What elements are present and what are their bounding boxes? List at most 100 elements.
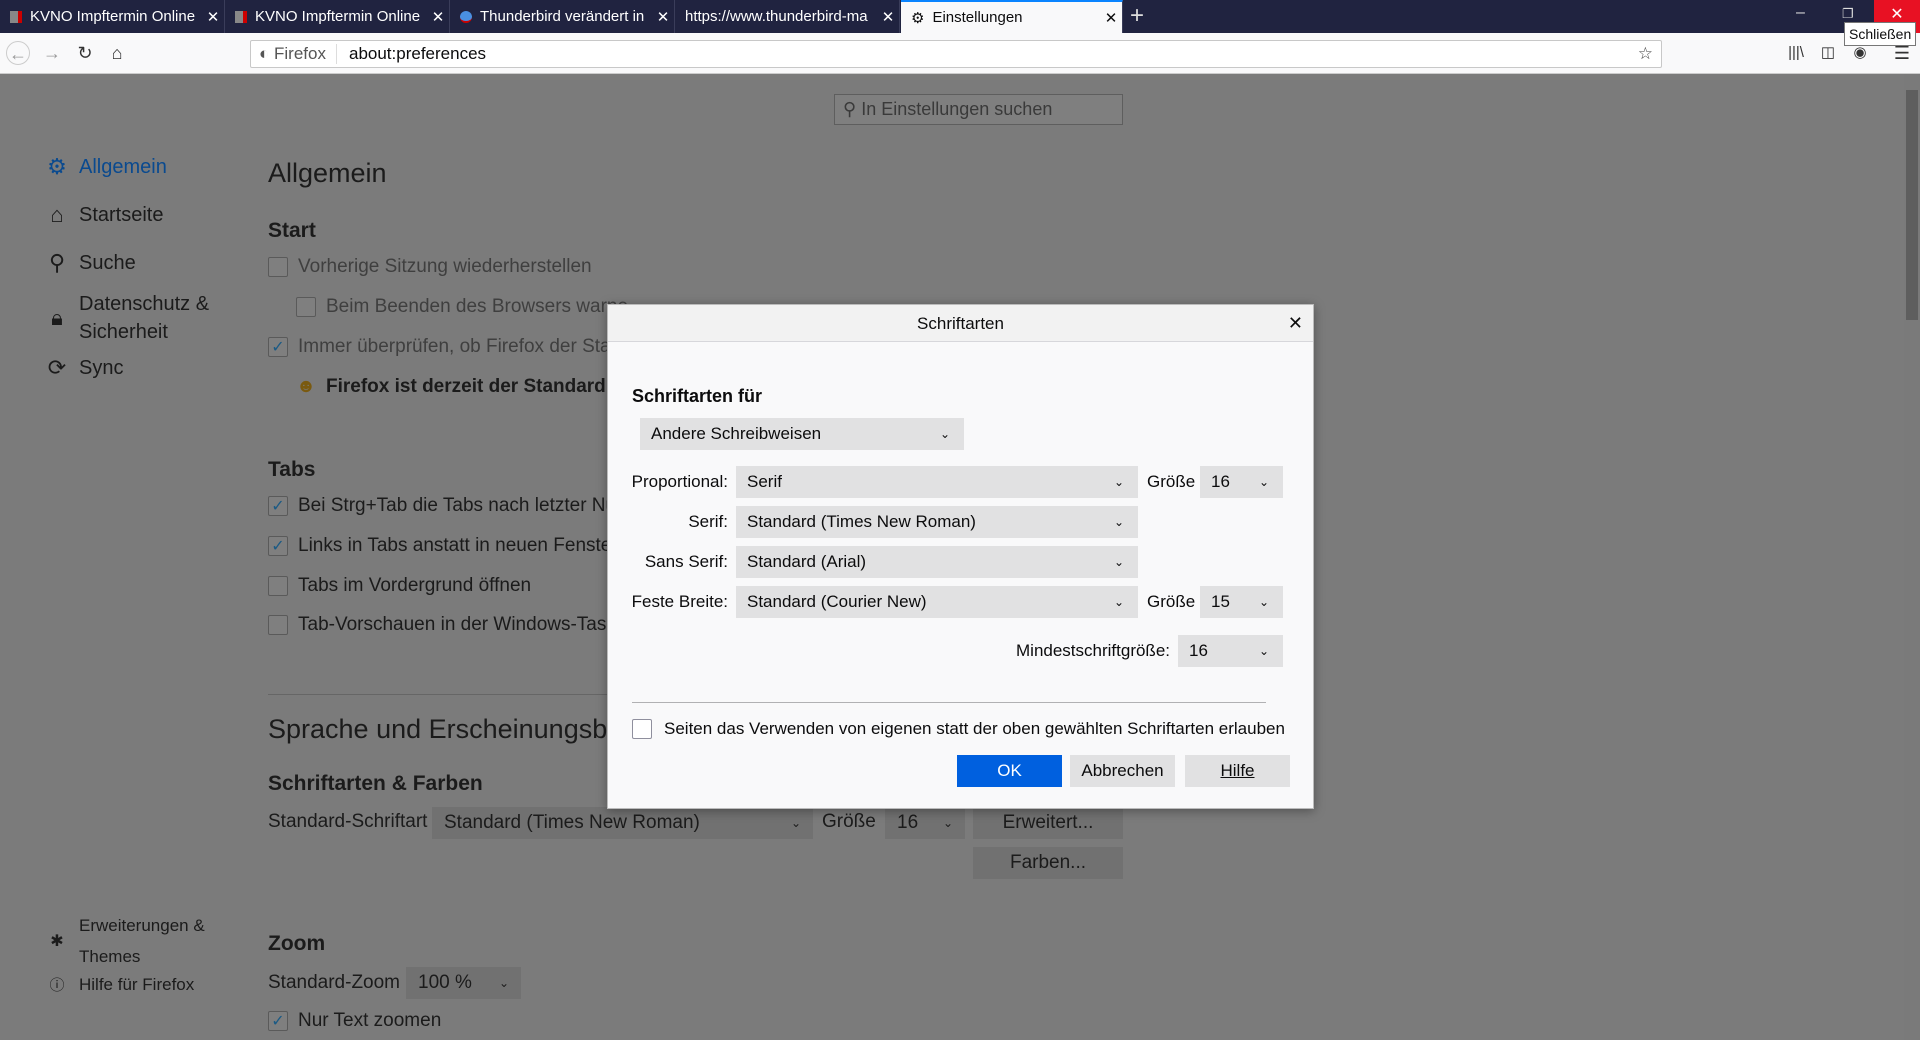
chevron-down-icon: ⌄ — [498, 976, 509, 990]
size-label: Größe — [1147, 592, 1196, 611]
close-tab-icon[interactable]: ✕ — [1100, 9, 1122, 27]
library-icon[interactable]: |||\ — [1784, 41, 1808, 65]
select-value: Standard (Arial) — [747, 552, 867, 571]
tab[interactable]: https://www.thunderbird-ma ✕ — [675, 0, 900, 33]
checkbox[interactable] — [268, 615, 288, 635]
tab-label: https://www.thunderbird-ma — [685, 8, 868, 25]
tab[interactable]: KVNO Impftermin Online ✕ — [225, 0, 450, 33]
monospace-size-select[interactable]: 15 ⌄ — [1200, 586, 1283, 618]
tab-label: Thunderbird verändert in — [480, 8, 645, 25]
chevron-down-icon: ⌄ — [1258, 475, 1269, 489]
checkbox-links-in-tabs[interactable]: ✓ Links in Tabs anstatt in neuen Fenstern — [268, 535, 628, 557]
select-value: 16 — [1211, 472, 1230, 491]
section-heading: Start — [268, 219, 316, 242]
section-heading: Zoom — [268, 932, 326, 955]
tab[interactable]: Thunderbird verändert in ✕ — [450, 0, 675, 33]
chevron-down-icon: ⌄ — [1113, 515, 1124, 529]
ok-button[interactable]: OK — [957, 755, 1062, 787]
tab-bar: KVNO Impftermin Online ✕ KVNO Impftermin … — [0, 0, 1920, 33]
checkbox[interactable] — [296, 297, 316, 317]
sidebar-icon[interactable]: ◫ — [1816, 41, 1840, 65]
checkbox-restore-session[interactable]: Vorherige Sitzung wiederherstellen — [268, 256, 592, 278]
checkbox-tabs-foreground[interactable]: Tabs im Vordergrund öffnen — [268, 575, 531, 597]
sidebar-item-startseite[interactable]: ⌂ Startseite — [45, 202, 163, 228]
dialog-title: Schriftarten — [608, 305, 1313, 342]
serif-label: Serif: — [688, 512, 728, 531]
identity-box[interactable]: ◐ Firefox — [251, 44, 337, 64]
fonts-dialog: Schriftarten ✕ Schriftarten für Andere S… — [607, 304, 1314, 809]
back-button[interactable]: ← — [6, 41, 30, 65]
select-value: 100 % — [418, 972, 472, 993]
checkbox[interactable]: ✓ — [268, 496, 288, 516]
close-tab-icon[interactable]: ✕ — [652, 8, 674, 26]
allow-page-fonts-checkbox[interactable]: Seiten das Verwenden von eigenen statt d… — [632, 719, 1285, 739]
sidebar-item-allgemein[interactable]: ⚙ Allgemein — [45, 154, 167, 180]
search-icon: ⚲ — [843, 99, 857, 119]
checkbox-warn-on-quit[interactable]: Beim Beenden des Browsers warne — [296, 296, 628, 318]
proportional-select[interactable]: Serif ⌄ — [736, 466, 1138, 498]
checkbox[interactable] — [268, 576, 288, 596]
sidebar-item-erweiterungen[interactable]: ✱ Erweiterungen & Themes — [45, 910, 204, 972]
checkbox-default-browser-check[interactable]: ✓ Immer überprüfen, ob Firefox der Star — [268, 336, 617, 358]
url-text[interactable]: about:preferences — [337, 44, 1638, 64]
advanced-fonts-button[interactable]: Erweitert... — [973, 807, 1123, 839]
url-bar[interactable]: ◐ Firefox about:preferences ☆ — [250, 40, 1662, 68]
scrollbar-thumb[interactable] — [1906, 90, 1918, 320]
sidebar-label: Hilfe für Firefox — [79, 974, 195, 994]
sidebar-item-datenschutz[interactable]: 🔒︎ Datenschutz & Sicherheit — [45, 290, 209, 346]
select-value: 16 — [897, 812, 919, 833]
minimize-button[interactable]: – — [1796, 4, 1805, 22]
sidebar-label: Startseite — [79, 203, 164, 226]
select-value: Standard (Courier New) — [747, 592, 927, 611]
sans-serif-select[interactable]: Standard (Arial) ⌄ — [736, 546, 1138, 578]
close-tab-icon[interactable]: ✕ — [877, 8, 899, 26]
checkbox[interactable]: ✓ — [268, 337, 288, 357]
search-icon: ⚲ — [48, 250, 66, 275]
sidebar-item-suche[interactable]: ⚲ Suche — [45, 250, 136, 276]
sidebar-item-sync[interactable]: ⟳ Sync — [45, 355, 124, 381]
checkbox-label: Tabs im Vordergrund öffnen — [298, 575, 532, 596]
close-tab-icon[interactable]: ✕ — [427, 8, 449, 26]
restore-button[interactable]: ❐ — [1842, 6, 1854, 22]
chevron-down-icon: ⌄ — [1258, 595, 1269, 609]
tab-label: Einstellungen — [932, 9, 1023, 26]
checkbox[interactable] — [632, 719, 652, 739]
forward-button[interactable]: → — [40, 41, 64, 65]
min-font-size-select[interactable]: 16 ⌄ — [1178, 635, 1283, 667]
serif-select[interactable]: Standard (Times New Roman) ⌄ — [736, 506, 1138, 538]
search-input[interactable]: ⚲ In Einstellungen suchen — [834, 94, 1123, 125]
page-title: Allgemein — [268, 158, 387, 188]
help-button[interactable]: Hilfe — [1185, 755, 1290, 787]
gear-icon: ⚙ — [47, 154, 67, 179]
select-value: Standard (Times New Roman) — [444, 812, 700, 833]
language-select[interactable]: Andere Schreibweisen ⌄ — [640, 418, 964, 450]
reload-button[interactable]: ↻ — [73, 41, 97, 65]
tab[interactable]: KVNO Impftermin Online ✕ — [0, 0, 225, 33]
checkbox[interactable]: ✓ — [268, 1011, 288, 1031]
checkbox-tab-previews[interactable]: Tab-Vorschauen in der Windows-Taskl — [268, 614, 620, 636]
select-value: 16 — [1189, 641, 1208, 660]
new-tab-button[interactable]: + — [1130, 2, 1144, 30]
close-tab-icon[interactable]: ✕ — [202, 8, 224, 26]
monospace-select[interactable]: Standard (Courier New) ⌄ — [736, 586, 1138, 618]
zoom-select[interactable]: 100 % ⌄ — [406, 967, 521, 999]
default-font-select[interactable]: Standard (Times New Roman) ⌄ — [432, 807, 813, 839]
smiley-icon: ☻ — [296, 376, 316, 397]
sidebar-item-hilfe[interactable]: ⓘ Hilfe für Firefox — [45, 974, 194, 995]
proportional-size-select[interactable]: 16 ⌄ — [1200, 466, 1283, 498]
home-button[interactable]: ⌂ — [105, 41, 129, 65]
checkbox[interactable]: ✓ — [268, 536, 288, 556]
default-font-label: Standard-Schriftart — [268, 811, 428, 832]
colors-button[interactable]: Farben... — [973, 847, 1123, 879]
zoom-label: Standard-Zoom — [268, 972, 401, 993]
chevron-down-icon: ⌄ — [942, 816, 953, 830]
close-icon[interactable]: ✕ — [1288, 305, 1303, 342]
tab-einstellungen[interactable]: ⚙ Einstellungen ✕ — [901, 0, 1123, 33]
bookmark-star-icon[interactable]: ☆ — [1638, 44, 1661, 64]
checkbox-text-only-zoom[interactable]: ✓ Nur Text zoomen — [268, 1010, 441, 1032]
checkbox[interactable] — [268, 257, 288, 277]
font-size-select[interactable]: 16 ⌄ — [885, 807, 965, 839]
cancel-button[interactable]: Abbrechen — [1070, 755, 1175, 787]
checkbox-ctrl-tab[interactable]: ✓ Bei Strg+Tab die Tabs nach letzter Nut — [268, 495, 621, 517]
kvno-favicon — [235, 10, 247, 23]
